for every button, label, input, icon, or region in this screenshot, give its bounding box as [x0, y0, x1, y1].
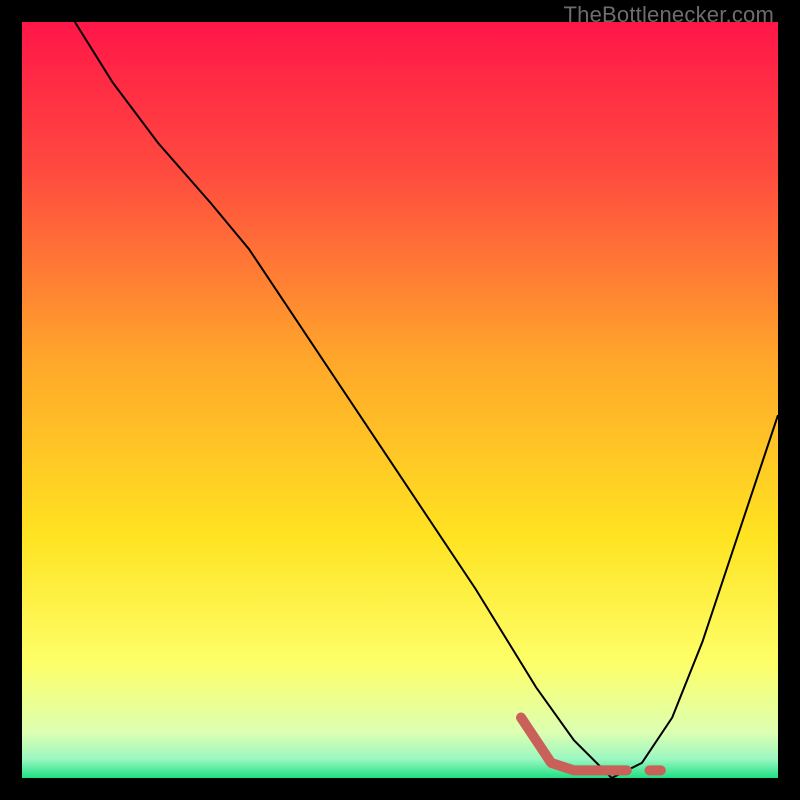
- chart-frame: [22, 22, 778, 778]
- bottleneck-chart: [22, 22, 778, 778]
- chart-background: [22, 22, 778, 778]
